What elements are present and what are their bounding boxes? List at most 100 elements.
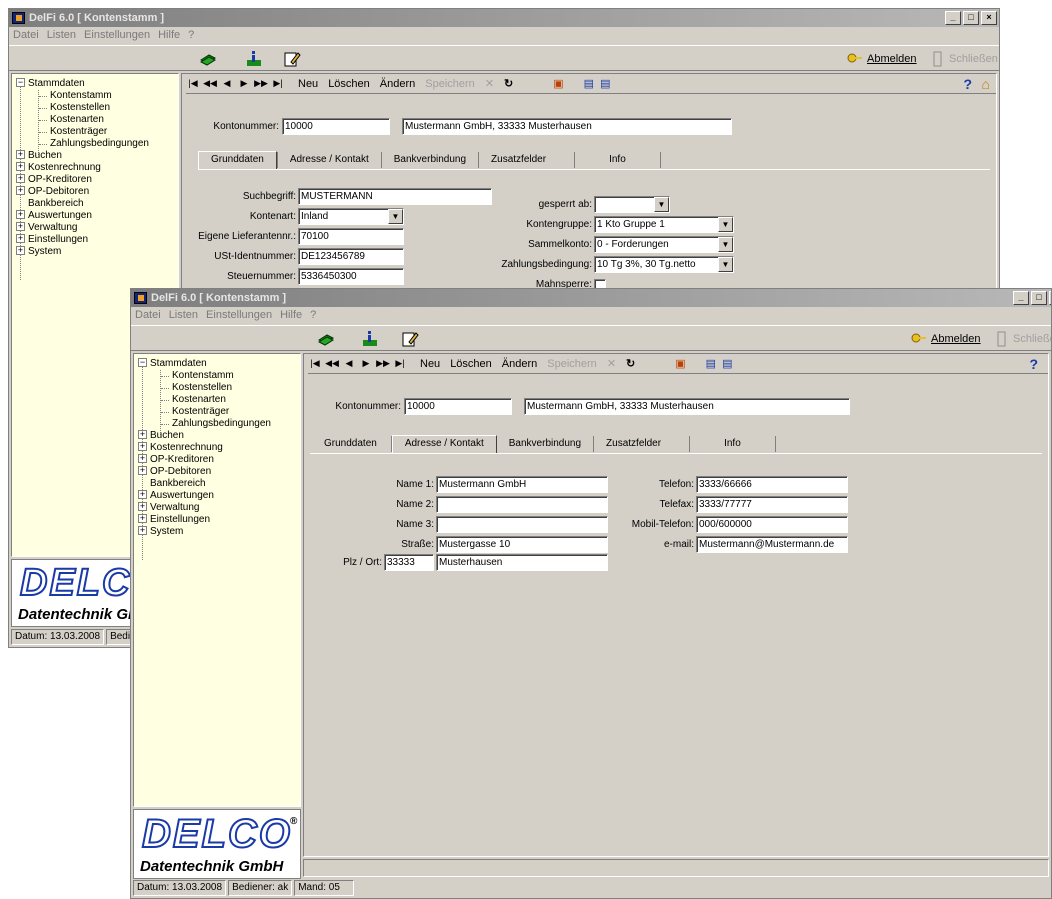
tree-item-kostentraeger[interactable]: Kostenträger	[50, 126, 107, 138]
name2-input[interactable]	[436, 496, 608, 513]
kontenart-select[interactable]: Inland ▼	[298, 208, 404, 225]
doc-blue-icon[interactable]: ▤	[584, 77, 594, 90]
tree-item-kontenstamm[interactable]: Kontenstamm	[50, 90, 112, 102]
account-number-input[interactable]: 10000	[404, 398, 512, 415]
edit-note-icon[interactable]	[401, 330, 419, 348]
fax-input[interactable]: 3333/77777	[696, 496, 848, 513]
tree-item-stammdaten[interactable]: − Stammdaten	[16, 78, 85, 90]
title-bar[interactable]: DelFi 6.0 [ Kontenstamm ] _ □ ×	[9, 9, 999, 27]
edit-note-icon[interactable]	[283, 50, 301, 68]
email-input[interactable]: Mustermann@Mustermann.de	[696, 536, 848, 553]
tree-item-system[interactable]: + System	[16, 246, 61, 258]
tree-item-op-debitoren[interactable]: + OP-Debitoren	[138, 466, 211, 478]
delete-button[interactable]: Löschen	[328, 78, 370, 90]
close-button[interactable]: Schließen	[931, 51, 998, 67]
tree-item-kostenarten[interactable]: Kostenarten	[172, 394, 226, 406]
menu-hilfe[interactable]: Hilfe	[280, 307, 302, 323]
menu-help-q[interactable]: ?	[188, 27, 194, 43]
next-record-icon[interactable]: ▶	[359, 358, 373, 369]
prev-record-icon[interactable]: ◀	[342, 358, 356, 369]
tree-item-op-debitoren[interactable]: + OP-Debitoren	[16, 186, 89, 198]
next-record-icon[interactable]: ▶	[237, 78, 251, 89]
tree-item-kostenrechnung[interactable]: + Kostenrechnung	[138, 442, 223, 454]
name3-input[interactable]	[436, 516, 608, 533]
account-name-input[interactable]: Mustermann GmbH, 33333 Musterhausen	[402, 118, 732, 135]
tab-zusatz[interactable]: Zusatzfelder	[479, 152, 576, 168]
tel-input[interactable]: 3333/66666	[696, 476, 848, 493]
zahl-select[interactable]: 10 Tg 3%, 30 Tg.netto ▼	[594, 256, 734, 273]
tab-adresse[interactable]: Adresse / Kontakt	[391, 435, 497, 454]
close-window-button[interactable]: ×	[981, 11, 997, 25]
last-record-icon[interactable]: ▶|	[393, 358, 407, 369]
lieferant-input[interactable]: 70100	[298, 228, 404, 245]
menu-listen[interactable]: Listen	[47, 27, 76, 43]
ust-input[interactable]: DE123456789	[298, 248, 404, 265]
doc-blue2-icon[interactable]: ▤	[600, 77, 610, 90]
maximize-button[interactable]: □	[1031, 291, 1047, 305]
next-page-icon[interactable]: ▶▶	[254, 78, 268, 89]
maximize-button[interactable]: □	[963, 11, 979, 25]
tree-item-verwaltung[interactable]: + Verwaltung	[16, 222, 77, 234]
help-icon[interactable]: ?	[963, 76, 972, 92]
mobil-input[interactable]: 000/600000	[696, 516, 848, 533]
copy-doc-icon[interactable]: ▣	[553, 77, 563, 90]
prev-page-icon[interactable]: ◀◀	[325, 358, 339, 369]
menu-help-q[interactable]: ?	[310, 307, 316, 323]
tree-item-op-kreditoren[interactable]: + OP-Kreditoren	[138, 454, 214, 466]
money-icon[interactable]	[317, 330, 335, 348]
tree-item-zahlungsbedingungen[interactable]: Zahlungsbedingungen	[50, 138, 149, 150]
tree-item-kostenstellen[interactable]: Kostenstellen	[172, 382, 232, 394]
tree-item-bankbereich[interactable]: Bankbereich	[150, 478, 206, 490]
tab-info[interactable]: Info	[575, 152, 661, 168]
prev-page-icon[interactable]: ◀◀	[203, 78, 217, 89]
tree-item-op-kreditoren[interactable]: + OP-Kreditoren	[16, 174, 92, 186]
save-button[interactable]: Speichern	[547, 358, 597, 370]
doc-blue-icon[interactable]: ▤	[706, 357, 716, 370]
menu-hilfe[interactable]: Hilfe	[158, 27, 180, 43]
refresh-icon[interactable]: ↻	[626, 357, 635, 370]
edit-button[interactable]: Ändern	[502, 358, 537, 370]
exit-icon[interactable]: ⌂	[982, 76, 990, 92]
tree-item-stammdaten[interactable]: − Stammdaten	[138, 358, 207, 370]
tab-bank[interactable]: Bankverbindung	[497, 436, 595, 452]
info-icon[interactable]	[361, 330, 379, 348]
tree-item-system[interactable]: + System	[138, 526, 183, 538]
minimize-button[interactable]: _	[945, 11, 961, 25]
tab-bank[interactable]: Bankverbindung	[382, 152, 480, 168]
minimize-button[interactable]: _	[1013, 291, 1029, 305]
tree-item-verwaltung[interactable]: + Verwaltung	[138, 502, 199, 514]
menu-datei[interactable]: Datei	[135, 307, 161, 323]
tab-adresse[interactable]: Adresse / Kontakt	[276, 152, 382, 168]
info-icon[interactable]	[245, 50, 263, 68]
cancel-icon[interactable]: ✕	[485, 77, 494, 90]
ort-input[interactable]: Musterhausen	[436, 554, 608, 571]
dropdown-arrow-icon[interactable]: ▼	[388, 209, 403, 224]
sammel-select[interactable]: 0 - Forderungen ▼	[594, 236, 734, 253]
plz-input[interactable]: 33333	[384, 554, 434, 571]
last-record-icon[interactable]: ▶|	[271, 78, 285, 89]
title-bar[interactable]: DelFi 6.0 [ Kontenstamm ] _ □ ×	[131, 289, 1051, 307]
menu-einstellungen[interactable]: Einstellungen	[84, 27, 150, 43]
tree-item-kontenstamm[interactable]: Kontenstamm	[172, 370, 234, 382]
prev-record-icon[interactable]: ◀	[220, 78, 234, 89]
name1-input[interactable]: Mustermann GmbH	[436, 476, 608, 493]
account-name-input[interactable]: Mustermann GmbH, 33333 Musterhausen	[524, 398, 850, 415]
copy-doc-icon[interactable]: ▣	[675, 357, 685, 370]
strasse-input[interactable]: Mustergasse 10	[436, 536, 608, 553]
close-button[interactable]: Schließen	[995, 331, 1051, 347]
tree-item-auswertungen[interactable]: + Auswertungen	[138, 490, 214, 502]
steuer-input[interactable]: 5336450300	[298, 268, 404, 285]
logout-button[interactable]: Abmelden	[847, 51, 917, 67]
tab-grunddaten[interactable]: Grunddaten	[198, 151, 277, 170]
menu-einstellungen[interactable]: Einstellungen	[206, 307, 272, 323]
edit-button[interactable]: Ändern	[380, 78, 415, 90]
tree-item-kostentraeger[interactable]: Kostenträger	[172, 406, 229, 418]
tree-item-kostenstellen[interactable]: Kostenstellen	[50, 102, 110, 114]
tab-info[interactable]: Info	[690, 436, 776, 452]
new-button[interactable]: Neu	[420, 358, 440, 370]
tree-item-bankbereich[interactable]: Bankbereich	[28, 198, 84, 210]
delete-button[interactable]: Löschen	[450, 358, 492, 370]
dropdown-arrow-icon[interactable]: ▼	[718, 217, 733, 232]
logout-button[interactable]: Abmelden	[911, 331, 981, 347]
new-button[interactable]: Neu	[298, 78, 318, 90]
